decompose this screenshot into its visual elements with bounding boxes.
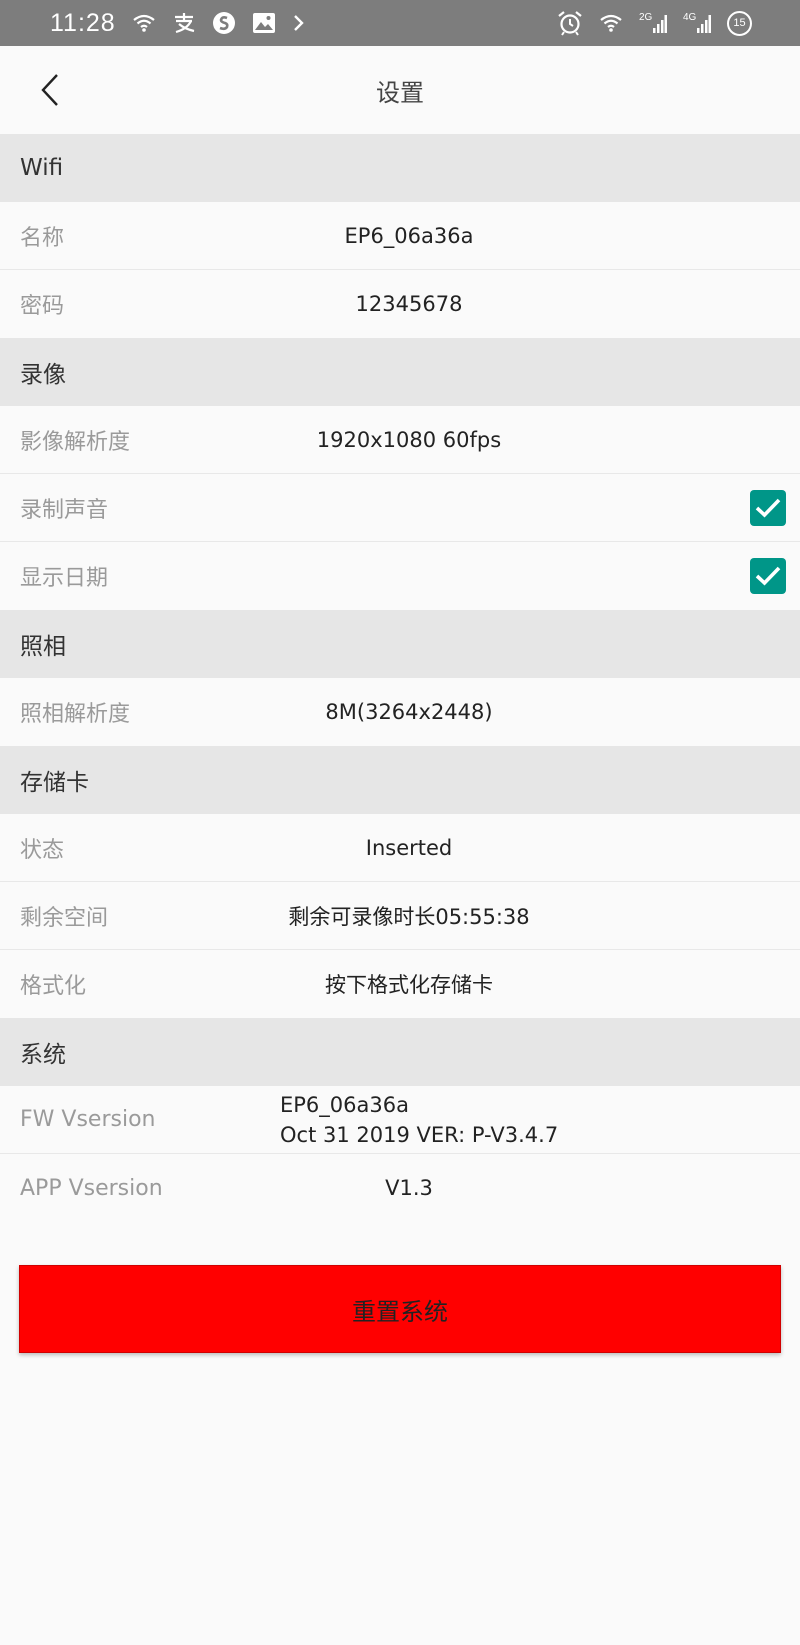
- signal-2g-icon: 2G: [639, 11, 667, 35]
- row-wifi-password[interactable]: 密码 12345678: [0, 270, 800, 338]
- row-storage-status: 状态 Inserted: [0, 814, 800, 882]
- section-header-recording: 录像: [0, 338, 800, 406]
- row-label: 录制声音: [20, 497, 109, 523]
- alarm-icon: [557, 10, 583, 36]
- status-bar-right: 2G 4G 15: [557, 10, 752, 36]
- chevron-right-icon: [292, 13, 306, 33]
- sogou-icon: [212, 11, 236, 35]
- row-value: EP6_06a36a: [344, 223, 474, 248]
- status-bar-left: 11:28: [50, 9, 306, 38]
- app-bar: 设置: [0, 46, 800, 134]
- row-value: V1.3: [385, 1176, 433, 1200]
- gallery-icon: [252, 12, 276, 34]
- check-icon: [755, 566, 781, 586]
- row-photo-resolution[interactable]: 照相解析度 8M(3264x2448): [0, 678, 800, 746]
- record-audio-checkbox[interactable]: [750, 490, 786, 526]
- fw-value-line1: EP6_06a36a: [280, 1092, 409, 1117]
- section-header-storage: 存储卡: [0, 746, 800, 814]
- section-header-photo: 照相: [0, 610, 800, 678]
- back-button[interactable]: [28, 66, 72, 114]
- row-label: 显示日期: [20, 566, 109, 591]
- row-app-version: APP Vsersion V1.3: [0, 1154, 800, 1222]
- show-date-checkbox[interactable]: [750, 558, 786, 594]
- row-label: FW Vsersion: [20, 1107, 156, 1132]
- row-fw-version: FW Vsersion EP6_06a36a Oct 31 2019 VER: …: [0, 1086, 800, 1154]
- wifi-icon: [132, 13, 156, 33]
- network-2g-label: 2G: [639, 12, 653, 23]
- row-value: 12345678: [355, 292, 463, 316]
- row-value: 1920x1080 60fps: [316, 427, 502, 452]
- row-record-audio: 录制声音: [0, 474, 800, 542]
- section-header-system: 系统: [0, 1018, 800, 1086]
- network-4g-label: 4G: [683, 12, 697, 23]
- signal-4g-icon: 4G: [683, 11, 711, 35]
- row-value: 8M(3264x2448): [325, 700, 493, 724]
- row-label: 影像解析度: [20, 429, 131, 455]
- row-label: 剩余空间: [20, 905, 109, 931]
- settings-list: Wifi 名称 EP6_06a36a 密码 12345678 录像 影像解析度 …: [0, 134, 800, 1222]
- row-label: 照相解析度: [20, 702, 131, 727]
- row-label: 名称: [20, 225, 65, 251]
- status-bar: 11:28 2G 4G 15: [0, 0, 800, 46]
- row-label: 格式化: [20, 974, 87, 999]
- arrow-left-icon: [41, 74, 58, 106]
- section-header-wifi: Wifi: [0, 134, 800, 202]
- battery-indicator: 15: [727, 10, 752, 36]
- row-value: EP6_06a36a Oct 31 2019 VER: P-V3.4.7: [280, 1090, 558, 1150]
- row-value: 按下格式化存储卡: [325, 973, 493, 997]
- alipay-icon: [172, 12, 196, 34]
- row-value: Inserted: [365, 835, 453, 860]
- page-title: 设置: [376, 78, 424, 107]
- fw-value-line2: Oct 31 2019 VER: P-V3.4.7: [280, 1122, 559, 1147]
- wifi-icon: [599, 13, 623, 33]
- check-icon: [755, 498, 781, 518]
- reset-system-button[interactable]: 重置系统: [19, 1265, 781, 1353]
- row-wifi-name[interactable]: 名称 EP6_06a36a: [0, 202, 800, 270]
- row-label: APP Vsersion: [20, 1175, 163, 1201]
- row-remaining-space: 剩余空间 剩余可录像时长05:55:38: [0, 882, 800, 950]
- row-label: 密码: [20, 294, 65, 319]
- row-value: 剩余可录像时长05:55:38: [288, 904, 530, 929]
- row-show-date: 显示日期: [0, 542, 800, 610]
- row-format-card[interactable]: 格式化 按下格式化存储卡: [0, 950, 800, 1018]
- row-label: 状态: [20, 837, 65, 863]
- status-time: 11:28: [50, 8, 116, 37]
- row-video-resolution[interactable]: 影像解析度 1920x1080 60fps: [0, 406, 800, 474]
